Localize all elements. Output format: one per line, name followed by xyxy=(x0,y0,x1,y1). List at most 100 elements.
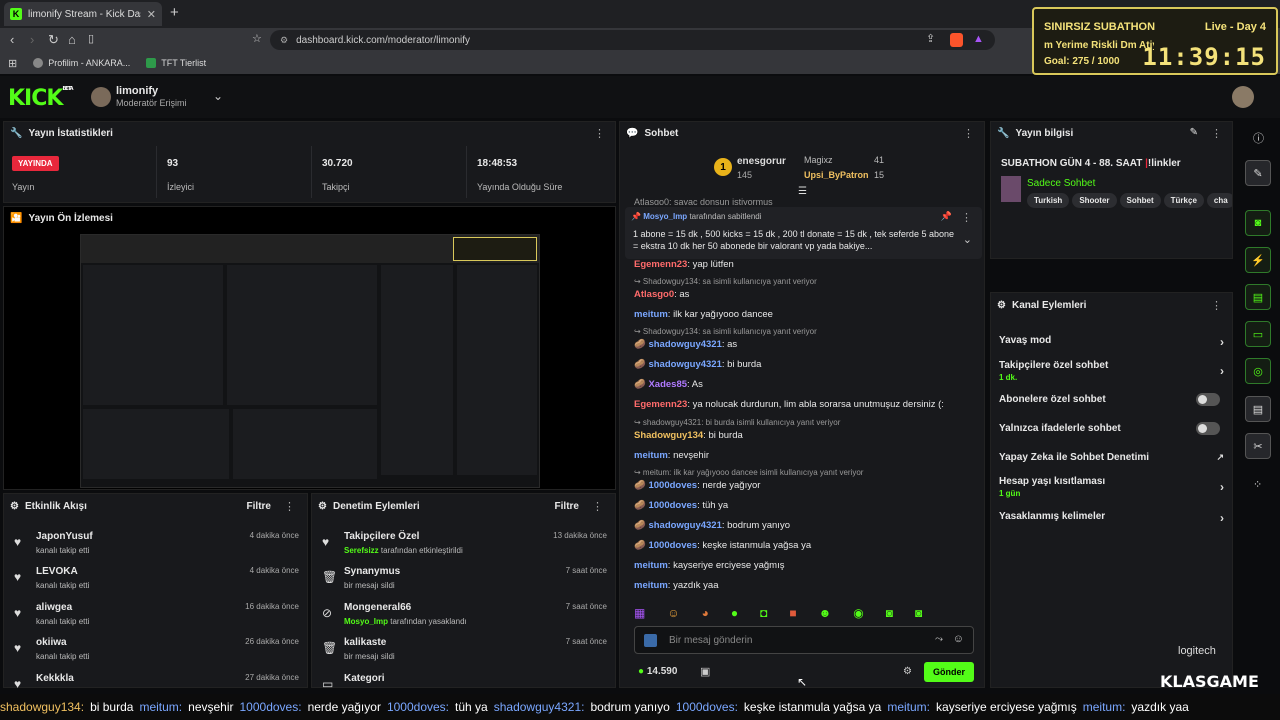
apps-grid-icon[interactable]: ⊞ xyxy=(8,57,17,70)
more-icon[interactable]: ⋮ xyxy=(592,500,603,513)
chat-username[interactable]: meitum xyxy=(634,580,668,591)
chat-username[interactable]: shadowguy4321 xyxy=(648,359,721,370)
camera-icon[interactable]: ◙ xyxy=(1245,210,1271,236)
chat-username[interactable]: Atlasgo0 xyxy=(634,289,674,300)
brave-shield-icon[interactable] xyxy=(950,33,963,47)
emote-icon[interactable]: ◘ xyxy=(760,606,767,620)
chat-username[interactable]: 1000doves xyxy=(648,480,697,491)
url-field[interactable]: ⚙ dashboard.kick.com/moderator/limonify xyxy=(270,30,995,50)
edit-icon[interactable]: ✎ xyxy=(1190,127,1198,138)
emote-icon[interactable]: ☺ xyxy=(667,606,679,620)
home-icon[interactable]: ⌂ xyxy=(68,32,76,47)
banned-words-row[interactable]: Yasaklanmış kelimeler › xyxy=(999,511,1224,525)
tag[interactable]: Türkçe xyxy=(1163,193,1204,208)
kick-logo[interactable]: KICKBETA xyxy=(8,86,74,111)
category-name[interactable]: Sadece Sohbet xyxy=(1027,178,1095,189)
stream-preview-video[interactable] xyxy=(80,234,540,488)
info-icon[interactable]: ⓘ xyxy=(1253,130,1264,146)
followers-only-row[interactable]: Takipçilere özel sohbet 1 dk. › xyxy=(999,360,1224,382)
bookmark-item[interactable]: Profilim - ANKARA... xyxy=(33,58,130,68)
bookmark-item[interactable]: TFT Tierlist xyxy=(146,58,206,68)
unpin-icon[interactable]: 📌 xyxy=(941,211,952,222)
chat-username[interactable]: shadowguy4321 xyxy=(648,520,721,531)
layout-icon[interactable]: ▤ xyxy=(1245,396,1271,422)
chat-username[interactable]: 1000doves xyxy=(648,540,697,551)
filter-button[interactable]: Filtre xyxy=(555,501,579,512)
broadcast-icon[interactable]: ◎ xyxy=(1245,358,1271,384)
more-icon[interactable]: ⋮ xyxy=(963,127,974,140)
chevron-down-icon[interactable]: ⌄ xyxy=(213,89,223,103)
tag[interactable]: cha xyxy=(1206,193,1232,208)
emote-icon[interactable]: ☻ xyxy=(819,606,832,620)
bookmark-icon[interactable]: ☆ xyxy=(252,32,262,45)
emote-icon[interactable]: ■ xyxy=(789,606,796,620)
klasgame-logo: KLASGAME xyxy=(1160,672,1259,691)
url-text: dashboard.kick.com/moderator/limonify xyxy=(296,34,471,46)
forward-icon[interactable]: › xyxy=(30,32,34,47)
back-icon[interactable]: ‹ xyxy=(10,32,14,47)
tag[interactable]: Sohbet xyxy=(1119,193,1161,208)
more-icon[interactable]: ⋮ xyxy=(594,127,605,140)
kicks-balance[interactable]: ● 14.590 xyxy=(638,666,677,677)
chevron-down-icon[interactable]: ⌄ xyxy=(963,233,972,246)
close-tab-icon[interactable]: ✕ xyxy=(147,8,156,21)
gear-icon: ⚙ xyxy=(997,300,1006,311)
category-thumbnail[interactable] xyxy=(1001,176,1021,202)
tag[interactable]: Turkish xyxy=(1027,193,1070,208)
chat-username[interactable]: Xades85 xyxy=(648,379,687,390)
chat-username[interactable]: meitum xyxy=(634,450,668,461)
emoji-icon[interactable]: ☺ xyxy=(953,633,964,645)
trash-icon: 🗑 xyxy=(322,570,338,584)
chat-username[interactable]: Egemenn23 xyxy=(634,399,687,410)
emote-icon[interactable]: ◉ xyxy=(853,606,863,620)
emote-icon[interactable]: ◕ xyxy=(702,606,709,620)
user-avatar[interactable] xyxy=(1232,86,1254,108)
chat-username[interactable]: meitum xyxy=(634,309,668,320)
emote-only-toggle[interactable] xyxy=(1196,422,1220,435)
edit-layout-icon[interactable]: ✎ xyxy=(1245,160,1271,186)
brave-rewards-icon[interactable]: ▲ xyxy=(973,33,984,45)
chat-username[interactable]: shadowguy4321 xyxy=(648,339,721,350)
more-icon[interactable]: ⋮ xyxy=(284,500,295,513)
slow-mode-row[interactable]: Yavaş mod › xyxy=(999,335,1224,349)
chat-icon[interactable]: ▭ xyxy=(1245,321,1271,347)
account-age-row[interactable]: Hesap yaşı kısıtlaması 1 gün › xyxy=(999,476,1224,498)
chat-message: meitum: yazdık yaa xyxy=(634,580,994,591)
stat-label: Takipçi xyxy=(322,182,350,192)
clipboard-icon[interactable]: ▤ xyxy=(1245,284,1271,310)
sub-badge-icon: 🥔 xyxy=(634,379,649,390)
more-icon[interactable]: ⋮ xyxy=(1211,299,1222,312)
expand-leaderboard-icon[interactable]: ☰ xyxy=(798,186,807,197)
more-icon[interactable]: ⋮ xyxy=(961,211,972,224)
browser-tab[interactable]: K limonify Stream - Kick Dashb ✕ xyxy=(4,2,162,26)
settings-icon[interactable]: ⚙ xyxy=(903,666,912,677)
emote-icon[interactable]: ◙ xyxy=(915,606,922,620)
new-tab-button[interactable]: + xyxy=(170,4,179,21)
chat-username[interactable]: 1000doves xyxy=(648,500,697,511)
send-button[interactable]: Gönder xyxy=(924,662,974,682)
chat-username[interactable]: meitum xyxy=(634,560,668,571)
lightning-icon[interactable]: ⚡ xyxy=(1245,247,1271,273)
emote-icon[interactable]: ◙ xyxy=(886,606,893,620)
sidebar-icon[interactable]: ▯ xyxy=(88,32,94,45)
more-icon[interactable]: ⋮ xyxy=(1211,127,1222,140)
gift-icon[interactable]: ▣ xyxy=(700,665,710,678)
ticker-text: tüh ya xyxy=(455,700,488,714)
chat-username[interactable]: Egemenn23 xyxy=(634,259,687,270)
subscribers-only-toggle[interactable] xyxy=(1196,393,1220,406)
reload-icon[interactable]: ↻ xyxy=(48,32,59,48)
share-icon[interactable]: ⇪ xyxy=(926,32,935,45)
site-info-icon[interactable]: ⚙ xyxy=(280,35,288,46)
chat-input[interactable]: Bir mesaj gönderin ⤳ ☺ xyxy=(634,626,974,654)
sub-badge-icon: 🥔 xyxy=(634,540,649,551)
emote-icon[interactable]: ▦ xyxy=(634,606,645,620)
filter-button[interactable]: Filtre xyxy=(247,501,271,512)
commands-icon[interactable]: ⤳ xyxy=(935,634,943,645)
ai-moderation-row[interactable]: Yapay Zeka ile Sohbet Denetimi ↗ xyxy=(999,452,1224,463)
chat-message: Atlasgo0: as xyxy=(634,289,994,300)
tag[interactable]: Shooter xyxy=(1072,193,1117,208)
chat-username[interactable]: Shadowguy134 xyxy=(634,430,703,441)
tools-icon[interactable]: ✂ xyxy=(1245,433,1271,459)
more-tools-icon[interactable]: ⁘ xyxy=(1253,478,1262,491)
emote-icon[interactable]: ● xyxy=(731,606,738,620)
